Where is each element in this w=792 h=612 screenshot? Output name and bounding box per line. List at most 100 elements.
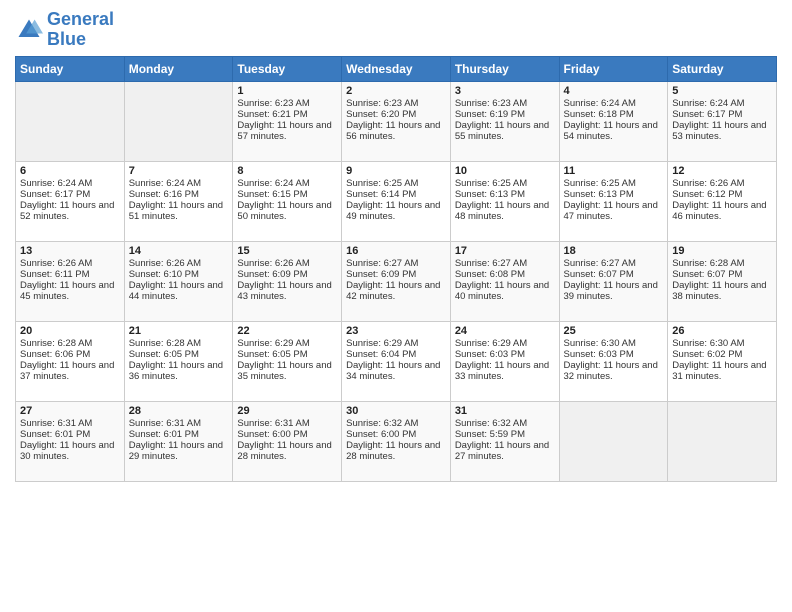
sunrise-label: Sunrise: 6:30 AM <box>672 338 772 349</box>
sunrise-label: Sunrise: 6:26 AM <box>672 178 772 189</box>
calendar-cell: 7Sunrise: 6:24 AMSunset: 6:16 PMDaylight… <box>124 161 233 241</box>
sunset-label: Sunset: 6:12 PM <box>672 189 772 200</box>
daylight-label: Daylight: 11 hours and 28 minutes. <box>346 440 446 462</box>
sunrise-label: Sunrise: 6:30 AM <box>564 338 664 349</box>
sunset-label: Sunset: 6:05 PM <box>129 349 229 360</box>
calendar-cell: 21Sunrise: 6:28 AMSunset: 6:05 PMDayligh… <box>124 321 233 401</box>
sunset-label: Sunset: 6:03 PM <box>455 349 555 360</box>
daylight-label: Daylight: 11 hours and 36 minutes. <box>129 360 229 382</box>
calendar-cell: 28Sunrise: 6:31 AMSunset: 6:01 PMDayligh… <box>124 401 233 481</box>
sunset-label: Sunset: 6:09 PM <box>237 269 337 280</box>
sunrise-label: Sunrise: 6:32 AM <box>346 418 446 429</box>
day-number: 7 <box>129 165 229 177</box>
day-number: 25 <box>564 325 664 337</box>
calendar-cell: 16Sunrise: 6:27 AMSunset: 6:09 PMDayligh… <box>342 241 451 321</box>
sunrise-label: Sunrise: 6:29 AM <box>237 338 337 349</box>
day-number: 28 <box>129 405 229 417</box>
sunset-label: Sunset: 6:21 PM <box>237 109 337 120</box>
sunrise-label: Sunrise: 6:29 AM <box>455 338 555 349</box>
sunrise-label: Sunrise: 6:31 AM <box>20 418 120 429</box>
week-row-5: 27Sunrise: 6:31 AMSunset: 6:01 PMDayligh… <box>16 401 777 481</box>
day-number: 23 <box>346 325 446 337</box>
daylight-label: Daylight: 11 hours and 56 minutes. <box>346 120 446 142</box>
calendar-cell: 17Sunrise: 6:27 AMSunset: 6:08 PMDayligh… <box>450 241 559 321</box>
sunset-label: Sunset: 6:14 PM <box>346 189 446 200</box>
day-number: 15 <box>237 245 337 257</box>
day-number: 5 <box>672 85 772 97</box>
page: General Blue SundayMondayTuesdayWednesda… <box>0 0 792 612</box>
calendar-cell: 31Sunrise: 6:32 AMSunset: 5:59 PMDayligh… <box>450 401 559 481</box>
day-number: 10 <box>455 165 555 177</box>
sunrise-label: Sunrise: 6:25 AM <box>346 178 446 189</box>
daylight-label: Daylight: 11 hours and 54 minutes. <box>564 120 664 142</box>
calendar-cell: 4Sunrise: 6:24 AMSunset: 6:18 PMDaylight… <box>559 81 668 161</box>
day-number: 30 <box>346 405 446 417</box>
day-number: 24 <box>455 325 555 337</box>
sunrise-label: Sunrise: 6:32 AM <box>455 418 555 429</box>
day-number: 13 <box>20 245 120 257</box>
day-number: 16 <box>346 245 446 257</box>
calendar-cell: 26Sunrise: 6:30 AMSunset: 6:02 PMDayligh… <box>668 321 777 401</box>
sunset-label: Sunset: 6:11 PM <box>20 269 120 280</box>
sunrise-label: Sunrise: 6:31 AM <box>237 418 337 429</box>
calendar-cell: 19Sunrise: 6:28 AMSunset: 6:07 PMDayligh… <box>668 241 777 321</box>
daylight-label: Daylight: 11 hours and 43 minutes. <box>237 280 337 302</box>
calendar-cell: 30Sunrise: 6:32 AMSunset: 6:00 PMDayligh… <box>342 401 451 481</box>
daylight-label: Daylight: 11 hours and 48 minutes. <box>455 200 555 222</box>
daylight-label: Daylight: 11 hours and 45 minutes. <box>20 280 120 302</box>
weekday-header-friday: Friday <box>559 56 668 81</box>
daylight-label: Daylight: 11 hours and 51 minutes. <box>129 200 229 222</box>
daylight-label: Daylight: 11 hours and 49 minutes. <box>346 200 446 222</box>
daylight-label: Daylight: 11 hours and 57 minutes. <box>237 120 337 142</box>
daylight-label: Daylight: 11 hours and 27 minutes. <box>455 440 555 462</box>
sunset-label: Sunset: 6:16 PM <box>129 189 229 200</box>
day-number: 12 <box>672 165 772 177</box>
daylight-label: Daylight: 11 hours and 32 minutes. <box>564 360 664 382</box>
day-number: 21 <box>129 325 229 337</box>
day-number: 19 <box>672 245 772 257</box>
day-number: 11 <box>564 165 664 177</box>
calendar-cell: 1Sunrise: 6:23 AMSunset: 6:21 PMDaylight… <box>233 81 342 161</box>
sunrise-label: Sunrise: 6:23 AM <box>455 98 555 109</box>
day-number: 2 <box>346 85 446 97</box>
logo-icon <box>15 16 43 44</box>
daylight-label: Daylight: 11 hours and 37 minutes. <box>20 360 120 382</box>
sunset-label: Sunset: 6:02 PM <box>672 349 772 360</box>
calendar-cell: 22Sunrise: 6:29 AMSunset: 6:05 PMDayligh… <box>233 321 342 401</box>
sunrise-label: Sunrise: 6:26 AM <box>237 258 337 269</box>
sunrise-label: Sunrise: 6:27 AM <box>455 258 555 269</box>
day-number: 27 <box>20 405 120 417</box>
sunset-label: Sunset: 6:09 PM <box>346 269 446 280</box>
calendar-cell: 18Sunrise: 6:27 AMSunset: 6:07 PMDayligh… <box>559 241 668 321</box>
sunset-label: Sunset: 6:06 PM <box>20 349 120 360</box>
calendar-cell: 12Sunrise: 6:26 AMSunset: 6:12 PMDayligh… <box>668 161 777 241</box>
sunset-label: Sunset: 6:19 PM <box>455 109 555 120</box>
calendar-cell <box>124 81 233 161</box>
weekday-header-thursday: Thursday <box>450 56 559 81</box>
sunrise-label: Sunrise: 6:28 AM <box>129 338 229 349</box>
sunrise-label: Sunrise: 6:26 AM <box>20 258 120 269</box>
day-number: 29 <box>237 405 337 417</box>
logo-text: General Blue <box>47 10 114 50</box>
day-number: 31 <box>455 405 555 417</box>
sunset-label: Sunset: 6:17 PM <box>20 189 120 200</box>
daylight-label: Daylight: 11 hours and 35 minutes. <box>237 360 337 382</box>
header: General Blue <box>15 10 777 50</box>
sunset-label: Sunset: 6:10 PM <box>129 269 229 280</box>
week-row-1: 1Sunrise: 6:23 AMSunset: 6:21 PMDaylight… <box>16 81 777 161</box>
week-row-4: 20Sunrise: 6:28 AMSunset: 6:06 PMDayligh… <box>16 321 777 401</box>
daylight-label: Daylight: 11 hours and 38 minutes. <box>672 280 772 302</box>
sunrise-label: Sunrise: 6:26 AM <box>129 258 229 269</box>
calendar-table: SundayMondayTuesdayWednesdayThursdayFrid… <box>15 56 777 482</box>
daylight-label: Daylight: 11 hours and 44 minutes. <box>129 280 229 302</box>
day-number: 17 <box>455 245 555 257</box>
weekday-header-row: SundayMondayTuesdayWednesdayThursdayFrid… <box>16 56 777 81</box>
calendar-cell: 5Sunrise: 6:24 AMSunset: 6:17 PMDaylight… <box>668 81 777 161</box>
day-number: 3 <box>455 85 555 97</box>
sunrise-label: Sunrise: 6:24 AM <box>564 98 664 109</box>
sunrise-label: Sunrise: 6:28 AM <box>20 338 120 349</box>
sunset-label: Sunset: 6:07 PM <box>672 269 772 280</box>
weekday-header-tuesday: Tuesday <box>233 56 342 81</box>
sunrise-label: Sunrise: 6:24 AM <box>20 178 120 189</box>
sunset-label: Sunset: 6:05 PM <box>237 349 337 360</box>
